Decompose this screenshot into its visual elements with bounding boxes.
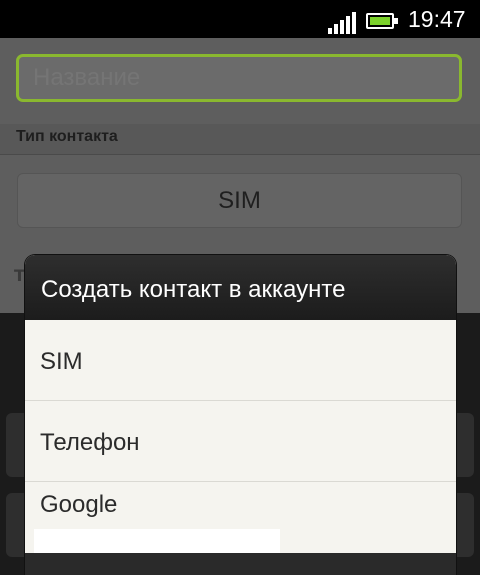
account-option-sim[interactable]: SIM — [25, 320, 456, 401]
status-time: 19:47 — [408, 6, 466, 32]
dialog-bottom-bar — [25, 553, 456, 575]
name-input[interactable] — [16, 54, 462, 102]
contact-type-header-label: Тип контакта — [16, 128, 118, 145]
partial-label: Т — [14, 266, 25, 285]
dialog-title: Создать контакт в аккаунте — [25, 255, 456, 320]
status-bar: 19:47 — [0, 0, 480, 38]
contact-type-header: Тип контакта — [0, 124, 480, 155]
account-option-phone[interactable]: Телефон — [25, 401, 456, 482]
signal-bars-icon — [328, 12, 356, 34]
account-chooser-dialog: Создать контакт в аккаунте SIM Телефон G… — [25, 255, 456, 575]
account-option-google[interactable]: Google — [25, 482, 456, 557]
account-option-google-label: Google — [40, 491, 118, 518]
battery-icon — [366, 13, 398, 29]
contact-type-button[interactable]: SIM — [17, 173, 462, 228]
